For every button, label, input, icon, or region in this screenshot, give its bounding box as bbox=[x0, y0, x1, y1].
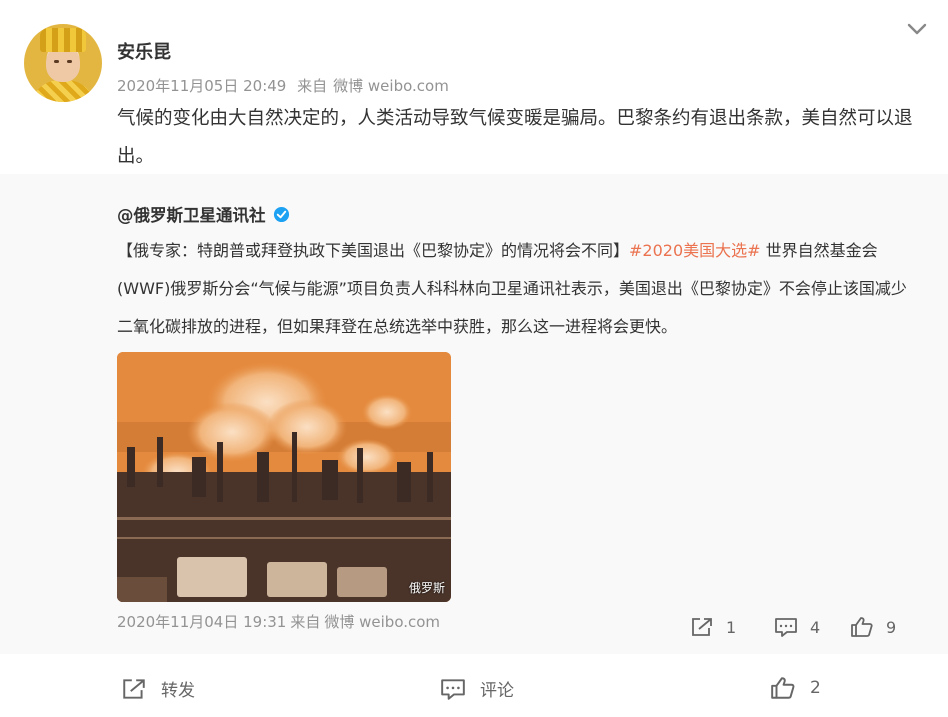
avatar-crown bbox=[40, 28, 86, 52]
like-button[interactable]: 2 bbox=[770, 676, 821, 700]
weibo-post-card: 安乐昆 2020年11月05日 20:49 来自 微博 weibo.com 气候的… bbox=[0, 0, 948, 717]
repost-label: 转发 bbox=[161, 681, 195, 701]
avatar-eye-right bbox=[67, 60, 72, 63]
chevron-down-icon[interactable] bbox=[906, 18, 928, 40]
avatar-robe bbox=[30, 80, 96, 102]
post-text: 气候的变化由大自然决定的，人类活动导致气候变暖是骗局。巴黎条约有退出条款，美自然… bbox=[117, 108, 913, 167]
repost-date[interactable]: 2020年11月04日 19:31 bbox=[117, 613, 286, 631]
post-source-prefix: 来自 bbox=[297, 77, 328, 95]
repost-author[interactable]: @俄罗斯卫星通讯社 bbox=[117, 202, 290, 226]
repost-icon bbox=[692, 618, 712, 636]
like-count: 2 bbox=[810, 678, 821, 698]
avatar[interactable] bbox=[24, 24, 102, 102]
repost-block[interactable]: @俄罗斯卫星通讯社 【俄专家：特朗普或拜登执政下美国退出《巴黎协定》的情况将会不… bbox=[0, 174, 948, 654]
repost-button[interactable]: 转发 bbox=[121, 676, 195, 701]
repost-text: 【俄专家：特朗普或拜登执政下美国退出《巴黎协定》的情况将会不同】#2020美国大… bbox=[117, 232, 917, 346]
comment-label: 评论 bbox=[480, 681, 514, 701]
repost-repost-count: 1 bbox=[726, 617, 737, 637]
avatar-eye-left bbox=[54, 60, 59, 63]
verified-badge-icon bbox=[273, 206, 289, 222]
repost-comment-button[interactable]: 4 bbox=[774, 616, 820, 638]
repost-meta: 2020年11月04日 19:31 来自 微博 weibo.com bbox=[117, 611, 444, 632]
comment-icon bbox=[441, 678, 465, 700]
post-date[interactable]: 2020年11月05日 20:49 bbox=[117, 77, 286, 95]
post-username[interactable]: 安乐昆 bbox=[117, 38, 171, 64]
repost-image[interactable]: 俄罗斯 bbox=[117, 352, 451, 602]
comment-icon bbox=[775, 618, 797, 637]
like-icon bbox=[771, 677, 795, 699]
hashtag-link[interactable]: #2020美国大选# bbox=[629, 241, 761, 260]
repost-comment-count: 4 bbox=[810, 617, 821, 637]
repost-text-before: 【俄专家：特朗普或拜登执政下美国退出《巴黎协定》的情况将会不同】 bbox=[117, 241, 630, 260]
post-meta: 2020年11月05日 20:49 来自 微博 weibo.com bbox=[117, 75, 455, 96]
bottom-action-bar: 转发 评论 2 bbox=[0, 654, 948, 717]
industrial-smoke-image bbox=[117, 352, 451, 602]
image-watermark: 俄罗斯 bbox=[408, 581, 445, 595]
repost-like-button[interactable]: 9 bbox=[850, 616, 896, 638]
repost-like-count: 9 bbox=[886, 617, 897, 637]
post-source[interactable]: 微博 weibo.com bbox=[333, 77, 449, 95]
repost-repost-button[interactable]: 1 bbox=[690, 616, 736, 638]
repost-source-prefix: 来自 bbox=[290, 613, 321, 631]
repost-icon bbox=[123, 678, 145, 699]
like-icon bbox=[851, 617, 873, 637]
comment-button[interactable]: 评论 bbox=[440, 676, 514, 701]
repost-source[interactable]: 微博 weibo.com bbox=[324, 613, 440, 631]
repost-author-name[interactable]: @俄罗斯卫星通讯社 bbox=[117, 202, 266, 226]
